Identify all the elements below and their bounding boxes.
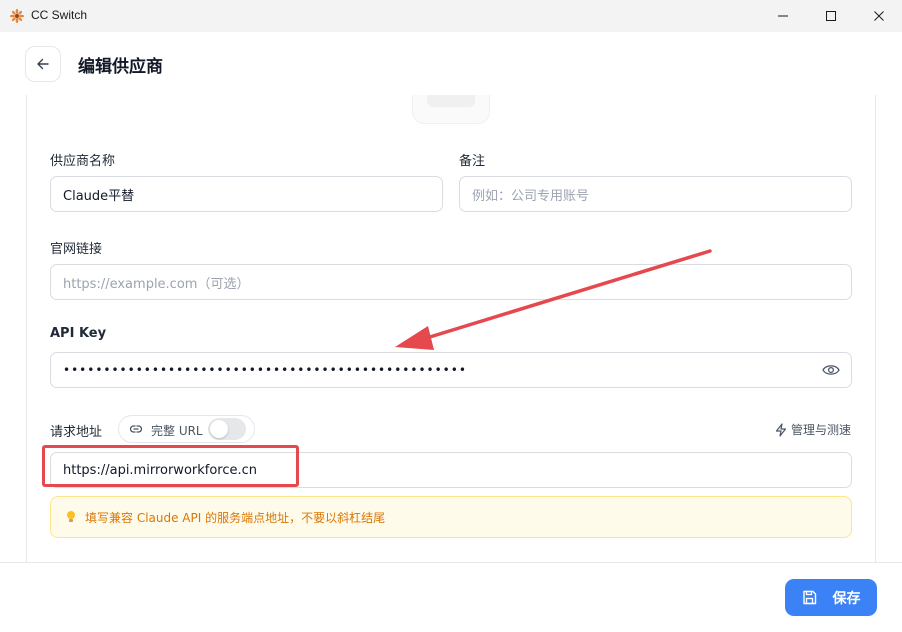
close-button[interactable] (856, 0, 902, 32)
save-icon (802, 590, 816, 605)
save-button[interactable]: 保存 (785, 579, 877, 616)
endpoint-hint: 填写兼容 Claude API 的服务端点地址，不要以斜杠结尾 (50, 496, 852, 538)
endpoint-hint-text: 填写兼容 Claude API 的服务端点地址，不要以斜杠结尾 (85, 510, 386, 525)
provider-name-value: Claude平替 (63, 188, 135, 204)
notes-label: 备注 (459, 154, 486, 169)
api-key-input[interactable]: ••••••••••••••••••••••••••••••••••••••••… (50, 352, 852, 388)
website-input[interactable]: https://example.com（可选） (50, 264, 852, 300)
website-label: 官网链接 (50, 242, 103, 257)
save-label: 保存 (832, 590, 861, 607)
maximize-button[interactable] (808, 0, 854, 32)
provider-logo-placeholder (427, 95, 475, 107)
website-placeholder: https://example.com（可选） (63, 276, 250, 292)
sunflower-icon (10, 9, 24, 23)
maximize-icon (826, 11, 836, 21)
provider-name-input[interactable]: Claude平替 (50, 176, 443, 212)
endpoint-label: 请求地址 (50, 425, 103, 440)
endpoint-input[interactable]: https://api.mirrorworkforce.cn (50, 452, 852, 488)
api-key-value: ••••••••••••••••••••••••••••••••••••••••… (63, 363, 467, 377)
endpoint-value: https://api.mirrorworkforce.cn (63, 462, 258, 478)
footer-bar (0, 562, 902, 632)
form-card (26, 95, 876, 563)
arrow-left-icon (37, 58, 49, 70)
notes-placeholder: 例如：公司专用账号 (472, 188, 590, 204)
page-title: 编辑供应商 (78, 57, 163, 77)
minimize-icon (778, 15, 788, 17)
notes-input[interactable]: 例如：公司专用账号 (459, 176, 852, 212)
bolt-icon (775, 422, 787, 437)
back-button[interactable] (25, 46, 61, 82)
manage-speedtest-link[interactable]: 管理与测速 (774, 421, 851, 438)
full-url-switch-knob (210, 420, 228, 438)
api-key-label: API Key (50, 326, 107, 341)
close-icon (874, 11, 884, 21)
manage-speedtest-label: 管理与测速 (791, 423, 852, 437)
full-url-label: 完整 URL (151, 424, 203, 438)
window-title: CC Switch (31, 8, 88, 22)
provider-name-label: 供应商名称 (50, 154, 116, 169)
minimize-button[interactable] (760, 0, 806, 32)
lightbulb-icon (67, 511, 75, 522)
eye-icon[interactable] (822, 363, 840, 377)
link-icon (129, 425, 143, 433)
